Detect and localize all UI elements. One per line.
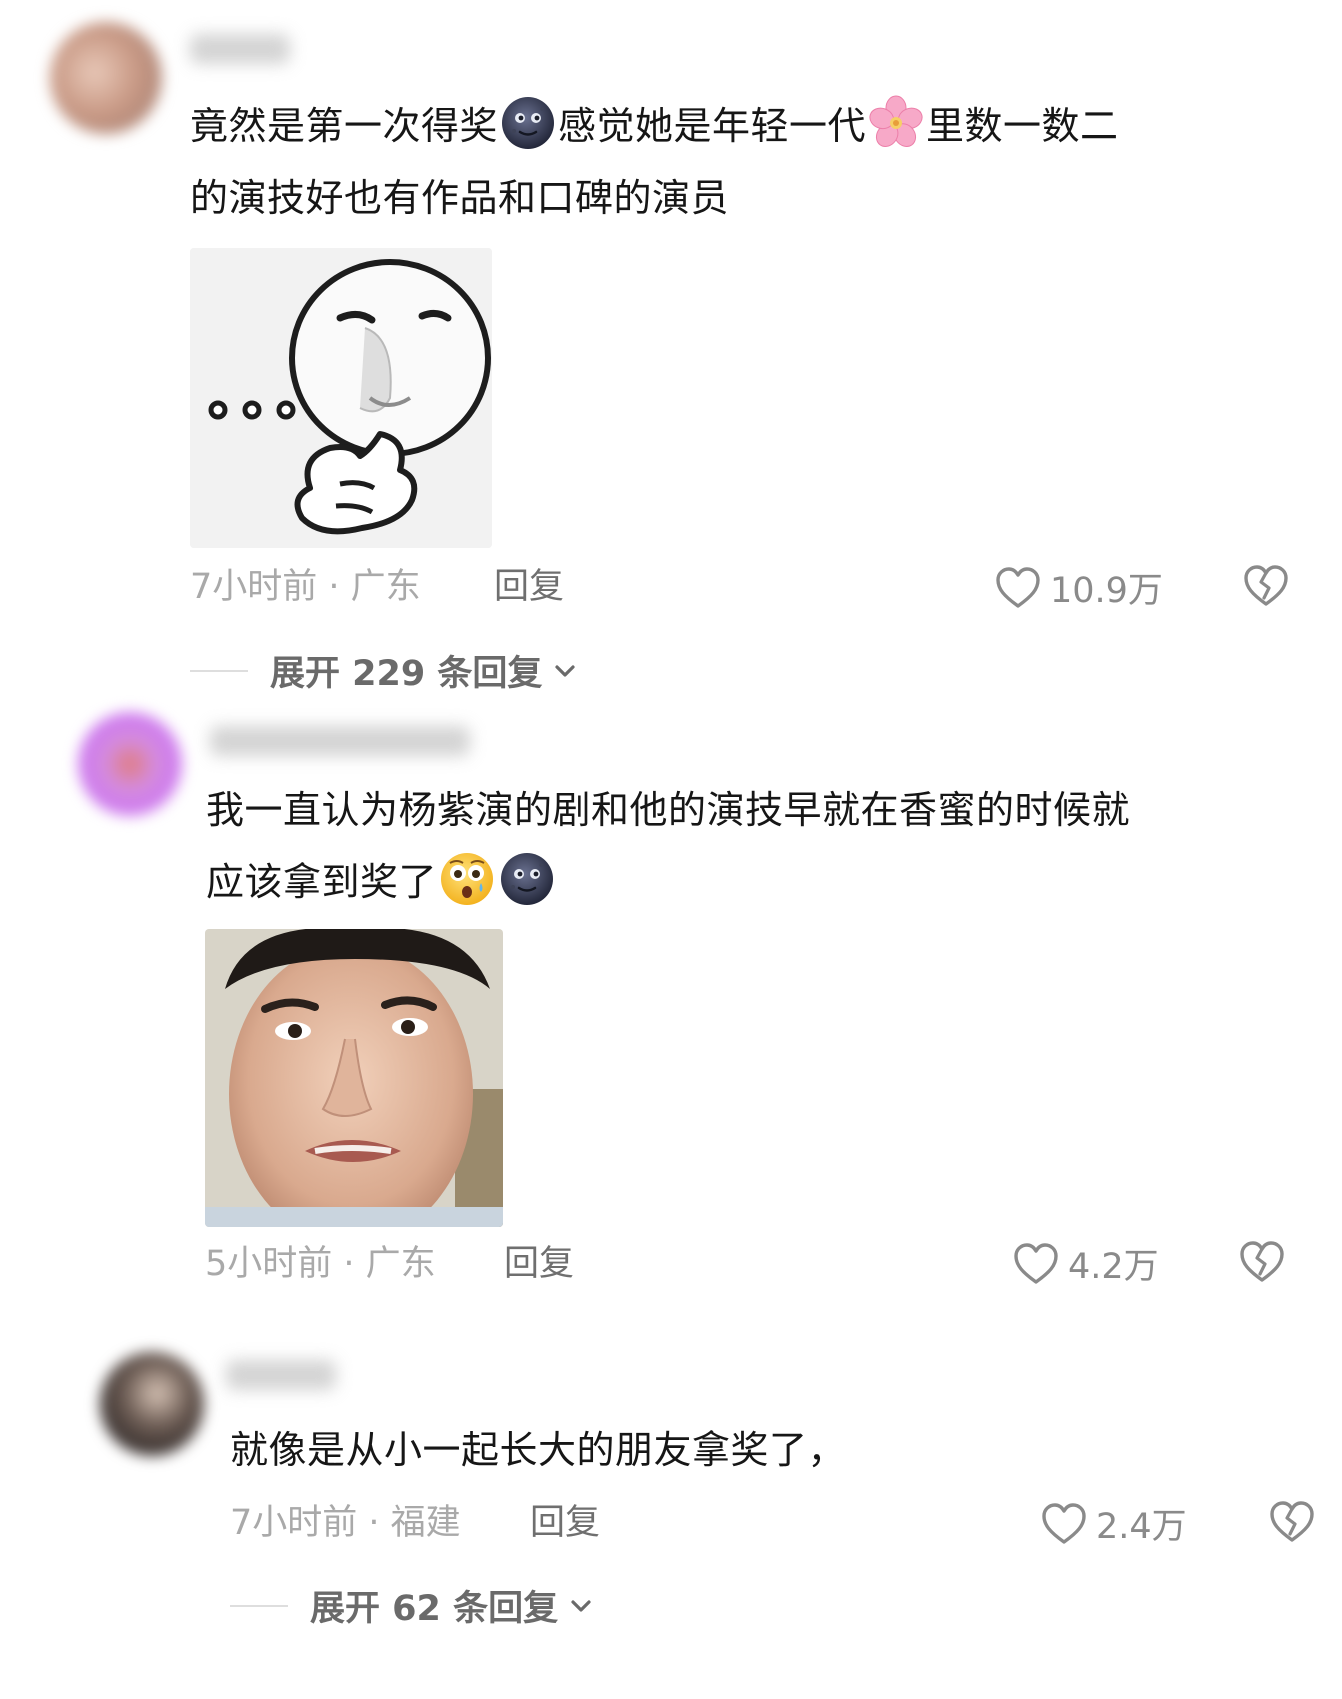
expand-replies-button[interactable]: 展开 229 条回复 — [190, 645, 580, 696]
like-count: 10.9万 — [1050, 571, 1163, 611]
astonished-face-icon — [439, 851, 495, 907]
divider-line — [230, 1604, 288, 1607]
comment-text: 我一直认为杨紫演的剧和他的演技早就在香蜜的时候就 应该拿到奖了 — [206, 774, 1306, 918]
thinking-face-sticker-icon — [190, 248, 492, 548]
dislike-broken-heart-icon[interactable] — [1238, 1238, 1286, 1286]
username[interactable] — [226, 1360, 336, 1390]
chevron-down-icon — [555, 664, 576, 677]
comment-text: 竟然是第一次得奖 感觉她是年轻一代 里数一数二 的演技好也有作品和口碑的演员 — [190, 90, 1290, 234]
comment-text-segment: 就像是从小一起长大的朋友拿奖了， — [230, 1428, 847, 1472]
expand-replies-button[interactable]: 展开 62 条回复 — [230, 1580, 596, 1631]
like-button[interactable]: 4.2万 — [1012, 1238, 1159, 1289]
comment-text-segment: 里数一数二 — [926, 104, 1119, 148]
comment-text-segment: 应该拿到奖了 — [206, 860, 438, 904]
comment-text-segment: 竟然是第一次得奖 — [190, 104, 499, 148]
cherry-blossom-icon — [868, 95, 924, 151]
reply-button[interactable]: 回复 — [530, 1500, 600, 1546]
comment-text-segment: 的演技好也有作品和口碑的演员 — [190, 176, 730, 220]
like-button[interactable]: 2.4万 — [1040, 1498, 1187, 1549]
heart-icon — [1040, 1500, 1088, 1548]
like-count: 2.4万 — [1096, 1507, 1187, 1547]
dark-moon-face-icon — [500, 95, 556, 151]
expand-replies-label: 展开 229 条回复 — [270, 654, 543, 694]
reply-button[interactable]: 回复 — [504, 1241, 574, 1287]
dark-moon-face-icon — [499, 851, 555, 907]
heart-icon — [1012, 1240, 1060, 1288]
comment-meta: 7小时前 · 广东 — [190, 567, 421, 607]
avatar[interactable] — [50, 22, 162, 134]
avatar[interactable] — [100, 1352, 204, 1456]
meme-image[interactable] — [205, 929, 503, 1227]
comment-meta: 7小时前 · 福建 — [230, 1503, 461, 1543]
username[interactable] — [210, 726, 470, 756]
username[interactable] — [190, 34, 290, 64]
confused-man-photo-icon — [205, 929, 503, 1227]
comment-text: 就像是从小一起长大的朋友拿奖了， — [230, 1414, 1290, 1486]
avatar[interactable] — [78, 712, 182, 816]
expand-replies-label: 展开 62 条回复 — [310, 1589, 559, 1629]
dislike-broken-heart-icon[interactable] — [1268, 1498, 1316, 1546]
like-button[interactable]: 10.9万 — [994, 562, 1163, 613]
like-count: 4.2万 — [1068, 1247, 1159, 1287]
divider-line — [190, 669, 248, 672]
meme-image[interactable] — [190, 248, 492, 548]
dislike-broken-heart-icon[interactable] — [1242, 562, 1290, 610]
comment-meta: 5小时前 · 广东 — [205, 1244, 436, 1284]
comment-text-segment: 我一直认为杨紫演的剧和他的演技早就在香蜜的时候就 — [206, 788, 1131, 832]
reply-button[interactable]: 回复 — [494, 564, 564, 610]
chevron-down-icon — [571, 1599, 591, 1612]
heart-icon — [994, 564, 1042, 612]
comment-text-segment: 感觉她是年轻一代 — [558, 104, 867, 148]
